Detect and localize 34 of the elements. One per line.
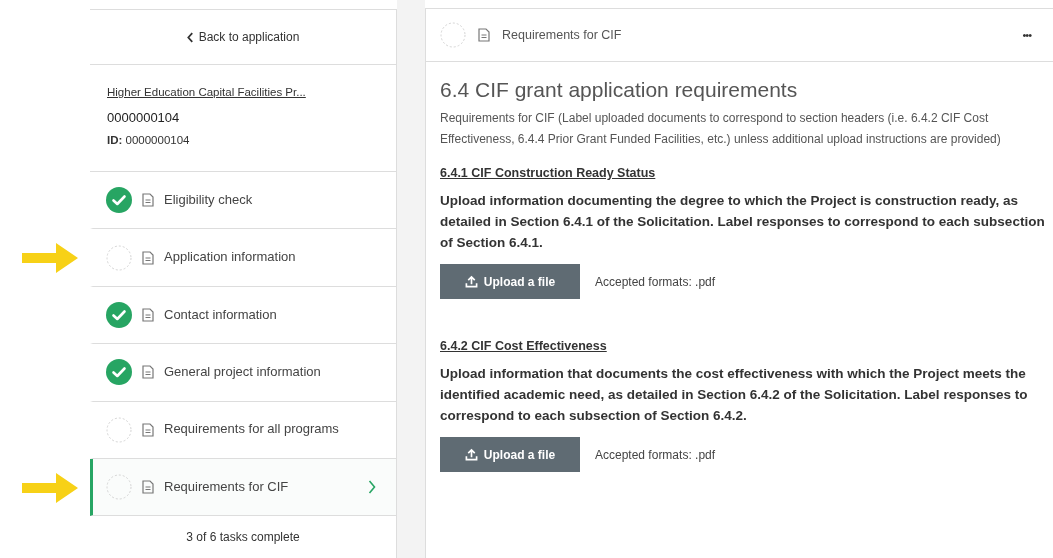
document-icon: [142, 193, 154, 208]
upload-icon: [464, 275, 478, 288]
program-link[interactable]: Higher Education Capital Facilities Pr...: [107, 86, 306, 98]
upload-icon: [464, 448, 478, 461]
task-item[interactable]: Contact information: [90, 286, 396, 345]
chevron-right-icon: [368, 480, 376, 495]
document-icon: [142, 307, 154, 322]
task-item[interactable]: General project information: [90, 344, 396, 402]
accepted-formats-text: Accepted formats: .pdf: [595, 447, 716, 462]
progress-text: 3 of 6 tasks complete: [185, 529, 301, 545]
back-link[interactable]: Back to application: [186, 30, 300, 44]
document-icon: [142, 422, 154, 437]
task-item[interactable]: Application information: [90, 229, 396, 287]
more-menu-button[interactable]: •••: [1018, 29, 1035, 41]
page-title: Requirements for CIF: [502, 28, 622, 42]
section-title: 6.4 CIF grant application requirements: [440, 78, 799, 102]
task-item[interactable]: Requirements for all programs: [90, 401, 396, 459]
application-number: 0000000104: [107, 110, 181, 125]
accepted-formats-text: Accepted formats: .pdf: [595, 274, 716, 289]
upload-button[interactable]: Upload a file: [440, 437, 580, 472]
chevron-left-icon: [186, 31, 194, 43]
upload-button[interactable]: Upload a file: [440, 264, 580, 299]
instruction-text: Upload information that documents the cost effectiveness with which the Project meets the identified academic need, as detailed in Section 6.4.2 of the Solicitation. Label responses to correspond to each subsection of Section 6.4.2.: [440, 365, 1029, 425]
document-icon: [142, 250, 154, 265]
document-icon: [142, 480, 154, 495]
document-icon: [478, 28, 490, 42]
document-icon: [142, 365, 154, 380]
requirement-heading: 6.4.2 CIF Cost Effectiveness: [440, 339, 608, 353]
requirement-heading: 6.4.1 CIF Construction Ready Status: [440, 166, 657, 180]
instruction-text: Upload information documenting the degree to which the Project is construction ready, as detailed in Section 6.4.1 of the Solicitation. Label responses to correspond to each subsection of Section 6.4.1.: [440, 192, 1046, 252]
task-item[interactable]: Requirements for CIF: [90, 458, 396, 517]
description-text: Requirements for CIF (Label uploaded documents to correspond to section headers (i.e. 6.4.2 CIF Cost Effectiveness, 6.4.4 Prior Grant Funded Facilities, etc.) unless additional upload instructions are provided): [440, 110, 1002, 148]
application-id: ID: 0000000104: [107, 134, 191, 146]
task-item[interactable]: Eligibility check: [90, 172, 396, 230]
